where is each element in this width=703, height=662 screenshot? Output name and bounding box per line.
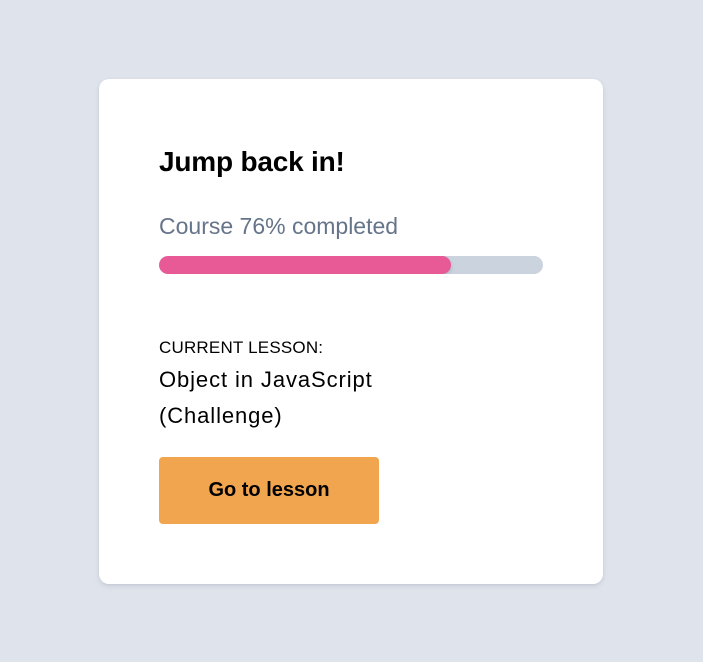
progress-bar-fill — [159, 256, 451, 274]
progress-bar — [159, 256, 543, 274]
card-title: Jump back in! — [159, 146, 345, 177]
go-to-lesson-button[interactable]: Go to lesson — [159, 457, 379, 524]
course-progress-card: Jump back in! Course 76% completed CURRE… — [99, 79, 603, 584]
current-lesson-name: Object in JavaScript (Challenge) — [159, 367, 373, 428]
current-lesson-caption: CURRENT LESSON: — [159, 338, 324, 357]
progress-label: Course 76% completed — [159, 213, 399, 239]
